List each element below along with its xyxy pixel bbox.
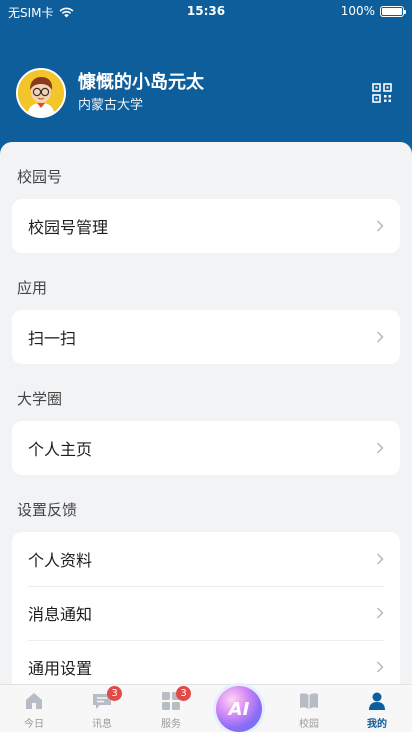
battery-percent: 100% <box>340 4 375 18</box>
person-icon <box>369 692 385 710</box>
qr-code-icon[interactable] <box>372 83 392 103</box>
menu-item-scan[interactable]: 扫一扫 <box>12 310 400 364</box>
profile-school: 内蒙古大学 <box>78 98 144 113</box>
tab-label: 讯息 <box>92 719 112 730</box>
menu-item-campus-account-management[interactable]: 校园号管理 <box>12 199 400 253</box>
tab-icon-wrapper: 3 <box>160 686 191 712</box>
ai-assistant-button[interactable]: AI <box>216 686 262 732</box>
card-campus-account: 校园号管理 <box>12 199 400 253</box>
menu-item-message-notifications[interactable]: 消息通知 <box>12 586 400 640</box>
tab-mine[interactable]: 我的 <box>343 685 411 732</box>
tab-label: 我的 <box>367 719 387 730</box>
card-settings-feedback: 个人资料 消息通知 通用设置 <box>12 532 400 684</box>
menu-item-personal-homepage[interactable]: 个人主页 <box>12 421 400 475</box>
menu-item-label: 个人主页 <box>28 440 93 459</box>
chevron-right-icon <box>377 661 384 673</box>
tab-label: 校园 <box>299 719 319 730</box>
ai-button-label: AI <box>228 698 250 720</box>
book-icon <box>300 693 318 709</box>
status-bar: 无SIM卡 15:36 100% <box>0 0 412 22</box>
tab-messages[interactable]: 3 讯息 <box>68 685 136 732</box>
tab-label: 服务 <box>161 719 181 730</box>
tab-services[interactable]: 3 服务 <box>137 685 205 732</box>
card-apps: 扫一扫 <box>12 310 400 364</box>
menu-item-label: 通用设置 <box>28 659 93 678</box>
menu-item-general-settings[interactable]: 通用设置 <box>12 640 400 684</box>
chevron-right-icon <box>377 331 384 343</box>
avatar[interactable] <box>16 68 66 118</box>
unread-badge: 3 <box>107 686 122 701</box>
chevron-right-icon <box>377 220 384 232</box>
chevron-right-icon <box>377 553 384 565</box>
tab-label: 今日 <box>24 719 44 730</box>
tab-icon-wrapper: 3 <box>91 686 122 712</box>
menu-item-label: 消息通知 <box>28 605 93 624</box>
battery-icon <box>380 5 406 17</box>
chevron-right-icon <box>377 607 384 619</box>
menu-item-label: 校园号管理 <box>28 218 109 237</box>
section-title-campus-account: 校园号 <box>17 168 63 186</box>
card-university-circle: 个人主页 <box>12 421 400 475</box>
menu-item-label: 个人资料 <box>28 551 93 570</box>
chevron-right-icon <box>377 442 384 454</box>
tab-campus[interactable]: 校园 <box>275 685 343 732</box>
profile-summary[interactable]: 慷慨的小岛元太 内蒙古大学 <box>16 67 396 119</box>
tab-today[interactable]: 今日 <box>0 685 68 732</box>
section-title-apps: 应用 <box>17 279 48 297</box>
settings-list: 校园号 校园号管理 应用 扫一扫 大学圈 个人主页 设置反馈 个人资料 消息通知… <box>0 142 412 684</box>
profile-name: 慷慨的小岛元太 <box>78 72 204 93</box>
menu-item-label: 扫一扫 <box>28 329 77 348</box>
bottom-tab-bar: 今日 3 讯息 3 服务 校园 我的 <box>0 684 412 732</box>
section-title-university-circle: 大学圈 <box>17 390 63 408</box>
unread-badge: 3 <box>176 686 191 701</box>
home-icon <box>26 693 42 709</box>
menu-item-personal-profile[interactable]: 个人资料 <box>12 532 400 586</box>
section-title-settings-feedback: 设置反馈 <box>17 501 78 519</box>
